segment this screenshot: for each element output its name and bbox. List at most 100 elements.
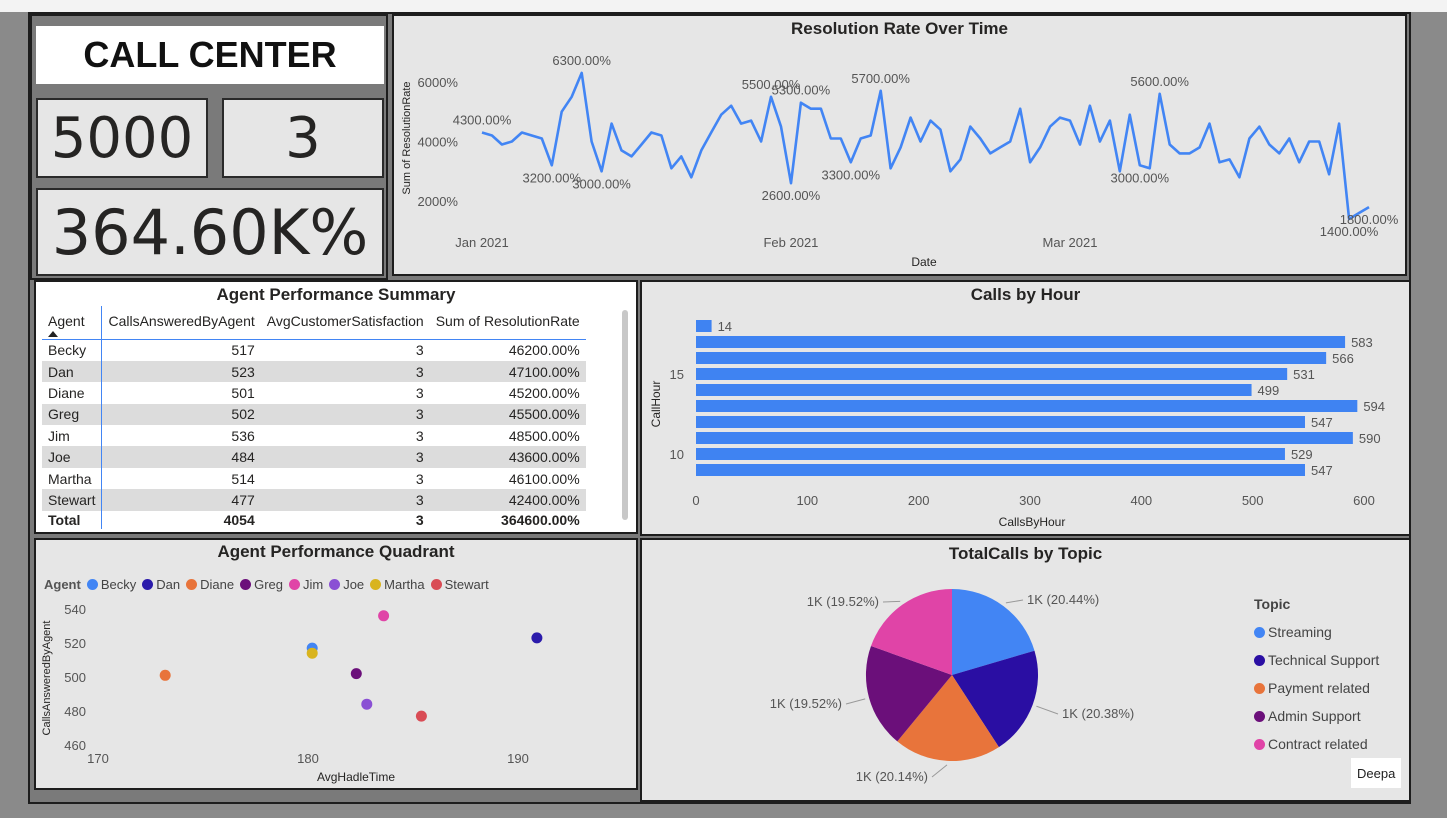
- line-data-label: 5300.00%: [772, 83, 831, 98]
- table-cell: 501: [101, 382, 261, 404]
- window-top-strip: [0, 0, 1447, 12]
- topic-legend-label: Technical Support: [1268, 652, 1380, 668]
- quadrant-y-axis-label: CallsAnsweredByAgent: [41, 621, 53, 736]
- pie-slice-label: 1K (19.52%): [770, 696, 842, 711]
- col-header-resolution[interactable]: Sum of ResolutionRate: [429, 306, 586, 340]
- sort-ascending-icon: [48, 331, 58, 337]
- table-cell: 48500.00%: [508, 427, 580, 444]
- hour-x-tick: 200: [908, 493, 930, 508]
- quadrant-x-axis-label: AvgHadleTime: [317, 770, 395, 784]
- legend-dot-icon: [1254, 682, 1265, 694]
- quadrant-point: [159, 669, 171, 681]
- table-row[interactable]: Greg 502 3 45500.00%: [42, 403, 586, 426]
- table-row[interactable]: Martha 514 3 46100.00%: [42, 467, 586, 490]
- hour-bar-label: 14: [718, 319, 732, 334]
- agent-summary-panel[interactable]: Agent Performance Summary Agent CallsAns…: [34, 280, 638, 534]
- pie-slice-label: 1K (19.52%): [807, 594, 879, 609]
- table-total-cell: Total: [48, 511, 81, 528]
- table-row[interactable]: Jim 536 3 48500.00%: [42, 425, 586, 447]
- hour-x-tick: 100: [796, 493, 818, 508]
- col-header-calls[interactable]: CallsAnsweredByAgent: [101, 306, 261, 340]
- pie-leader-line: [931, 764, 948, 778]
- table-cell: 3: [415, 470, 424, 487]
- legend-dot-icon: [1254, 710, 1265, 722]
- hour-x-tick: 300: [1019, 493, 1041, 508]
- quadrant-y-tick: 520: [64, 636, 86, 651]
- hour-bar: [696, 400, 1358, 412]
- kpi-resolution-rate: 364.60K%: [36, 188, 384, 276]
- quadrant-chart[interactable]: 170 180 190 540 520 500 480 460 AvgHadleTime Call…: [36, 540, 636, 788]
- line-data-label: 1800.00%: [1340, 212, 1399, 227]
- table-row[interactable]: Diane 501 3 45200.00%: [42, 382, 586, 404]
- table-cell: 536: [101, 425, 261, 447]
- topic-legend: Topic Streaming Technical Support Payment …: [1254, 596, 1379, 758]
- table-scrollbar[interactable]: [622, 310, 628, 520]
- calls-by-hour-chart[interactable]: 145835665314995945475905295470 100 200 300 4…: [642, 282, 1409, 534]
- topic-legend-label: Contract related: [1268, 736, 1368, 752]
- hour-bar: [696, 352, 1327, 364]
- agent-summary-table[interactable]: Agent CallsAnsweredByAgent AvgCustomerSa…: [42, 306, 586, 529]
- table-cell: 484: [101, 446, 261, 468]
- calls-by-hour-panel[interactable]: Calls by Hour 14 583 566 531 499 594 547 590 529…: [640, 280, 1411, 536]
- quadrant-point: [531, 632, 543, 644]
- hour-bar: [696, 336, 1346, 348]
- quadrant-x-tick: 170: [87, 751, 109, 766]
- table-cell: 517: [101, 339, 261, 361]
- pie-slice-label: 1K (20.38%): [1062, 706, 1134, 721]
- topic-legend-item[interactable]: Technical Support: [1254, 646, 1379, 674]
- col-header-agent[interactable]: Agent: [42, 306, 102, 340]
- col-header-satisfaction[interactable]: AvgCustomerSatisfaction: [260, 306, 430, 340]
- legend-dot-icon: [1254, 626, 1265, 638]
- author-tag: Deepa: [1351, 758, 1402, 788]
- kpi-panel: CALL CENTER 5000 3 364.60K%: [30, 14, 388, 280]
- pie-leader-line: [845, 698, 866, 705]
- topic-pie-panel[interactable]: TotalCalls by Topic 1K (20.44%) 1K (20.38…: [640, 538, 1411, 802]
- table-cell: 3: [260, 446, 430, 468]
- topic-legend-item[interactable]: Contract related: [1254, 730, 1379, 758]
- line-y-tick: 2000%: [418, 194, 459, 209]
- table-cell: Martha: [48, 470, 92, 487]
- line-x-axis-label: Date: [911, 255, 937, 269]
- hour-x-tick: 400: [1130, 493, 1152, 508]
- table-row[interactable]: Stewart 477 3 42400.00%: [42, 489, 586, 511]
- table-cell: 46200.00%: [508, 342, 580, 359]
- line-y-axis-label: Sum of ResolutionRate: [401, 81, 413, 194]
- resolution-rate-chart[interactable]: 2000% 4000% 6000% Jan 2021 Feb 2021 Mar 2021 D…: [394, 16, 1405, 274]
- pie-leader-line: [1005, 599, 1024, 604]
- table-cell: Joe: [42, 446, 102, 468]
- line-data-label: 2600.00%: [762, 188, 821, 203]
- table-row[interactable]: Becky 517 3 46200.00%: [42, 339, 586, 361]
- pie-slice-label: 1K (20.44%): [1027, 592, 1099, 607]
- hour-x-tick: 0: [692, 493, 699, 508]
- table-row[interactable]: Dan 523 3 47100.00%: [42, 360, 586, 383]
- topic-legend-item[interactable]: Admin Support: [1254, 702, 1379, 730]
- hour-bar: [696, 368, 1288, 380]
- table-cell: 477: [101, 489, 261, 511]
- line-y-tick: 4000%: [418, 134, 459, 149]
- pie-leader-line: [1036, 705, 1059, 715]
- kpi-total-calls: 5000: [36, 98, 208, 178]
- table-cell: 514: [101, 467, 261, 490]
- hour-bar: [696, 464, 1305, 476]
- table-cell: 47100.00%: [429, 360, 586, 383]
- table-cell: 3: [260, 403, 430, 426]
- quadrant-y-tick: 480: [64, 704, 86, 719]
- table-cell: 502: [101, 403, 261, 426]
- hour-bar-label: 547: [1311, 463, 1333, 478]
- quadrant-panel[interactable]: Agent Performance Quadrant Agent Becky Da…: [34, 538, 638, 790]
- line-data-label: 3000.00%: [1110, 170, 1169, 185]
- hour-x-axis-label: CallsByHour: [999, 515, 1066, 529]
- hour-x-tick: 500: [1242, 493, 1264, 508]
- resolution-rate-panel[interactable]: Resolution Rate Over Time 2000% 4000% 6000…: [392, 14, 1407, 276]
- topic-pie-chart[interactable]: 1K (20.44%) 1K (20.38%) 1K (20.14%) 1K (19.…: [642, 540, 1242, 800]
- table-row[interactable]: Joe 484 3 43600.00%: [42, 446, 586, 468]
- topic-legend-item[interactable]: Payment related: [1254, 674, 1379, 702]
- quadrant-x-tick: 180: [297, 751, 319, 766]
- table-total-cell: 3: [415, 511, 424, 528]
- table-cell: Becky: [48, 342, 87, 359]
- topic-legend-item[interactable]: Streaming: [1254, 618, 1379, 646]
- table-total-cell: 364600.00%: [501, 511, 580, 528]
- resolution-rate-line: [481, 71, 1370, 221]
- hour-bar-label: 531: [1293, 367, 1315, 382]
- table-cell: 42400.00%: [429, 489, 586, 511]
